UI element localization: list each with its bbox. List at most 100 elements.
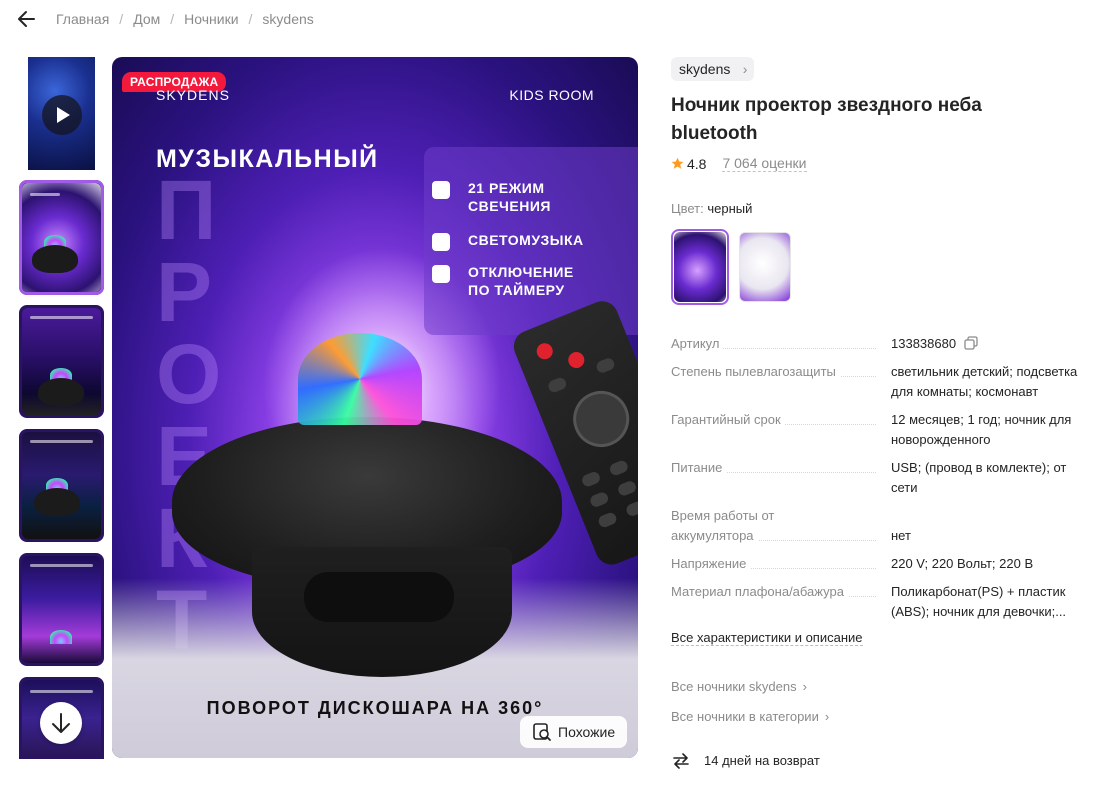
breadcrumb-separator: / (170, 11, 175, 27)
brand-products-link[interactable]: Все ночники skydens › (671, 679, 807, 694)
remote-red-button (565, 349, 587, 371)
scroll-down-button[interactable] (40, 702, 82, 744)
color-label-key: Цвет: (671, 201, 704, 216)
thumbnail-preview (22, 556, 101, 663)
thumb-text-line (30, 564, 93, 567)
thumb-text-line (30, 690, 93, 693)
main-product-image[interactable]: ПРОЕКТОР РАСПРОДАЖА SKYDENS KIDS ROOM МУ… (112, 57, 638, 758)
star-icon (671, 157, 684, 169)
color-label-value: черный (707, 201, 753, 216)
remote-dpad (564, 382, 638, 456)
spec-key: Материал плафона/абажура (671, 582, 876, 602)
search-similar-icon (533, 723, 551, 741)
breadcrumb: Главная / Дом / Ночники / skydens (56, 11, 314, 27)
reviews-count-link[interactable]: 7 064 оценки (722, 155, 807, 172)
color-swatch-white[interactable] (736, 229, 794, 305)
image-headline: МУЗЫКАЛЬНЫЙ (156, 145, 379, 173)
breadcrumb-item-home-goods[interactable]: Дом (133, 11, 160, 27)
spec-key: Степень пылевлагозащиты (671, 362, 876, 382)
spec-value: 133838680 (891, 334, 1091, 354)
spec-value: нет (891, 528, 911, 543)
return-policy: 14 дней на возврат (671, 750, 820, 770)
article-number: 133838680 (891, 336, 957, 351)
spec-key: Напряжение (671, 554, 876, 574)
remote-button (624, 499, 638, 518)
led-icon (432, 181, 450, 199)
thumb-text-line (30, 440, 93, 443)
breadcrumb-item-home[interactable]: Главная (56, 11, 109, 27)
similar-button[interactable]: Похожие (520, 716, 627, 748)
projector-buttons (304, 572, 454, 622)
thumb-speaker (38, 378, 84, 406)
thumbnail-image-4[interactable] (19, 553, 104, 666)
remote-button (636, 447, 638, 466)
remote-button (596, 511, 619, 529)
thumbnail-image-1[interactable] (19, 180, 104, 295)
remote-button (580, 470, 602, 489)
color-swatch-black[interactable] (671, 229, 729, 305)
remote-button (588, 490, 610, 509)
thumb-dome (50, 630, 72, 644)
remote-button (608, 459, 630, 477)
image-room-mark: KIDS ROOM (509, 87, 594, 103)
spec-value: USB; (провод в комлекте); от сети (891, 460, 1067, 495)
remote-button (594, 356, 617, 375)
color-label: Цвет: черный (671, 201, 752, 216)
return-arrows-icon (673, 753, 689, 769)
thumbnail-image-3[interactable] (19, 429, 104, 542)
spec-key: Артикул (671, 334, 876, 354)
copy-icon[interactable] (964, 336, 978, 350)
thumbnail-preview (22, 432, 101, 539)
category-products-link[interactable]: Все ночники в категории › (671, 709, 829, 724)
chevron-right-icon: › (742, 61, 748, 77)
thumbnail-preview (22, 183, 101, 292)
similar-label: Похожие (558, 724, 616, 740)
feature-text: СВЕТОМУЗЫКА (468, 232, 584, 248)
spec-value: Поликарбонат(PS) + пластик (ABS); ночник… (891, 584, 1067, 619)
rating-row: 4.8 7 064 оценки (671, 155, 807, 172)
spec-value: 220 V; 220 Вольт; 220 В (891, 556, 1034, 571)
spec-key: Время работы от аккумулятора (671, 508, 775, 543)
breadcrumb-separator: / (248, 11, 253, 27)
back-arrow-icon[interactable] (14, 6, 40, 32)
feature-item: 21 РЕЖИМ СВЕЧЕНИЯ (432, 179, 551, 215)
play-icon[interactable] (42, 95, 82, 135)
thumb-text-line (30, 193, 60, 196)
swatch-preview (674, 232, 726, 302)
brand-chip-label: skydens (679, 61, 731, 77)
feature-item: СВЕТОМУЗЫКА (432, 231, 584, 251)
remote-power-button (534, 340, 556, 362)
product-title: Ночник проектор звездного неба bluetooth (671, 95, 982, 144)
brand-chip[interactable]: skydens › (671, 57, 755, 81)
projector-dome (298, 333, 422, 425)
thumbnail-image-2[interactable] (19, 305, 104, 418)
spec-key: Гарантийный срок (671, 410, 876, 430)
thumb-speaker (34, 488, 80, 516)
breadcrumb-item-brand[interactable]: skydens (262, 11, 313, 27)
image-brand-mark: SKYDENS (156, 87, 230, 103)
spec-value: светильник детский; подсветка для комнат… (891, 364, 1078, 399)
bluetooth-icon (432, 233, 450, 251)
thumb-text-line (30, 316, 93, 319)
brand-products-label: Все ночники skydens (671, 679, 797, 694)
thumbnail-preview (22, 308, 101, 415)
category-products-label: Все ночники в категории (671, 709, 819, 724)
arrow-down-icon (52, 713, 70, 733)
chevron-right-icon: › (802, 679, 807, 694)
feature-item: ОТКЛЮЧЕНИЕ ПО ТАЙМЕРУ (432, 263, 574, 299)
feature-text: ОТКЛЮЧЕНИЕ ПО ТАЙМЕРУ (468, 264, 574, 298)
breadcrumb-item-night-lights[interactable]: Ночники (184, 11, 238, 27)
thumb-speaker (32, 245, 78, 273)
lightning-icon (432, 265, 450, 283)
chevron-right-icon: › (824, 709, 830, 724)
breadcrumb-separator: / (119, 11, 124, 27)
feature-text: 21 РЕЖИМ СВЕЧЕНИЯ (468, 180, 551, 214)
return-policy-text: 14 дней на возврат (704, 752, 820, 768)
spec-value: 12 месяцев; 1 год; ночник для новорожден… (891, 412, 1072, 447)
remote-button (546, 376, 568, 394)
rating-value: 4.8 (687, 155, 707, 172)
thumbnail-video[interactable] (19, 57, 104, 170)
all-specs-link[interactable]: Все характеристики и описание (671, 630, 863, 646)
swatch-preview (739, 232, 791, 302)
remote-button (616, 479, 638, 498)
